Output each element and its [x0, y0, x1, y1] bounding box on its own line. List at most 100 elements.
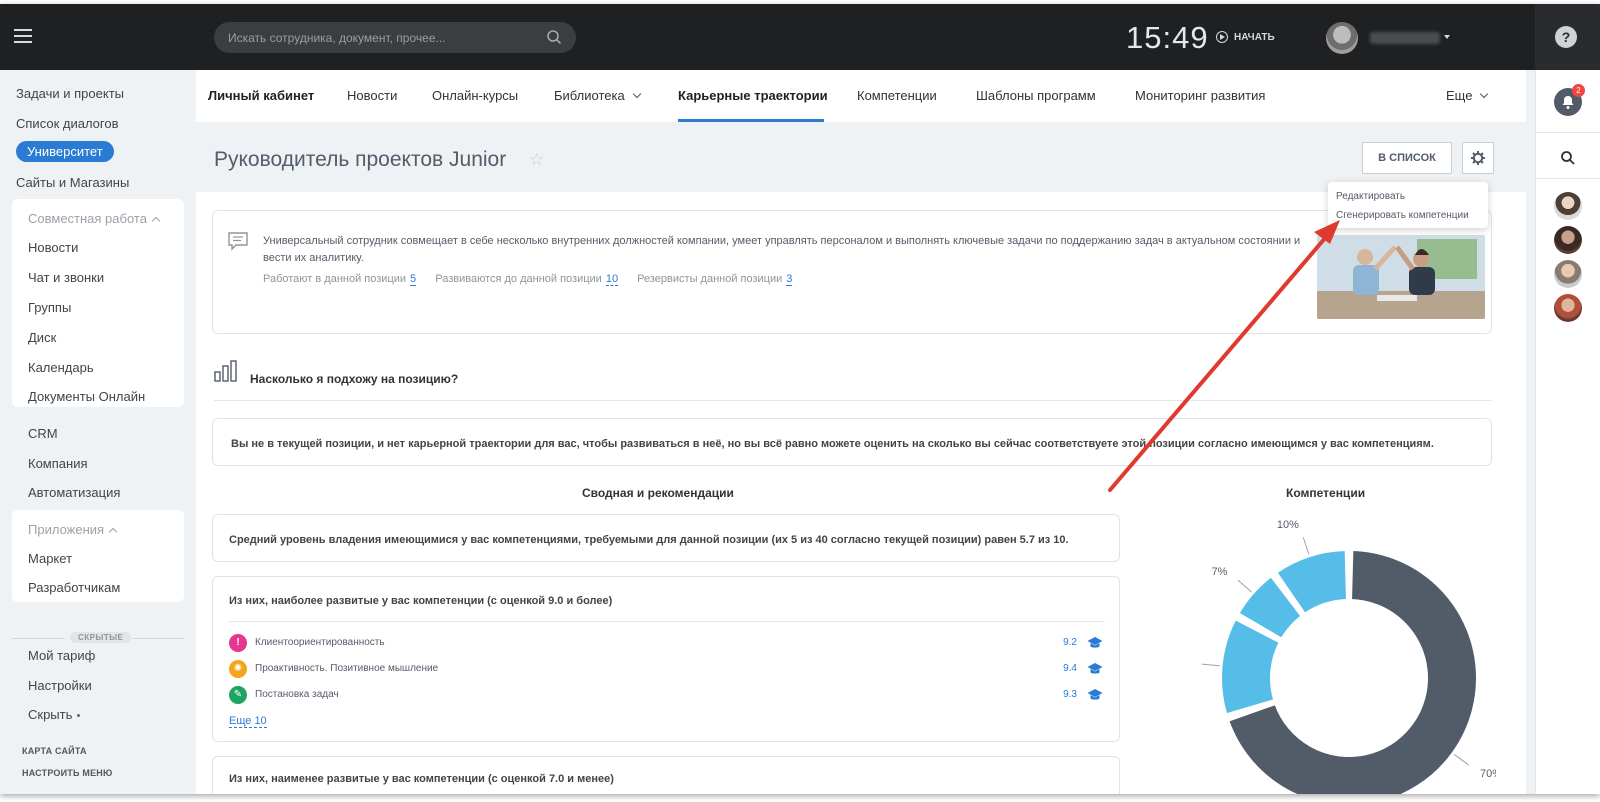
donut-label: 7% [1212, 566, 1228, 578]
tab-library-label: Библиотека [554, 88, 625, 103]
donut-label: 70% [1480, 768, 1496, 780]
tab-courses[interactable]: Онлайн-курсы [432, 88, 518, 103]
main-area: Личный кабинет Новости Онлайн-курсы Библ… [196, 70, 1535, 794]
sidebar-item-docs[interactable]: Документы Онлайн [28, 389, 145, 404]
tabs-bar: Личный кабинет Новости Онлайн-курсы Библ… [196, 70, 1526, 122]
list-item[interactable]: ✎ Постановка задач 9.3 [229, 686, 1105, 704]
tab-monitoring[interactable]: Мониторинг развития [1135, 88, 1265, 103]
tab-library[interactable]: Библиотека [554, 88, 641, 103]
sidebar-item-disk[interactable]: Диск [28, 330, 56, 345]
app-window: Искать сотрудника, документ, прочее... 1… [0, 4, 1600, 794]
settings-button[interactable] [1462, 142, 1494, 174]
stat-working-value[interactable]: 5 [410, 273, 417, 286]
avatar[interactable] [1554, 260, 1582, 288]
best-competencies-card: Из них, наиболее развитые у вас компетен… [212, 576, 1120, 742]
competency-score: 9.2 [1063, 637, 1077, 648]
best-competencies-title: Из них, наиболее развитые у вас компетен… [229, 595, 613, 607]
competency-name: Клиентоориентированность [255, 637, 385, 648]
to-list-button[interactable]: В СПИСОК [1362, 142, 1452, 174]
collab-head-label: Совместная работа [28, 211, 147, 226]
avatar[interactable] [1326, 22, 1358, 54]
stat-reserve-value[interactable]: 3 [786, 273, 793, 286]
chevron-up-icon [151, 216, 161, 226]
graduation-cap-icon [1087, 689, 1103, 700]
donut-slice [1220, 617, 1282, 716]
sidebar-item-sites[interactable]: Сайты и Магазины [16, 175, 129, 190]
list-item[interactable]: ! Клиентоориентированность 9.2 [229, 634, 1105, 652]
sidebar-item-tasks[interactable]: Задачи и проекты [16, 86, 124, 101]
average-level-card: Средний уровень владения имеющимися у ва… [212, 514, 1120, 562]
right-bar: 2 [1535, 70, 1600, 794]
sidebar-item-chat[interactable]: Чат и звонки [28, 270, 104, 285]
competencies-donut-chart: 70%13%7%10% [1201, 519, 1496, 794]
show-more-link[interactable]: Еще 10 [229, 715, 267, 728]
clock: 15:49 [1126, 20, 1209, 55]
menu-item-edit[interactable]: Редактировать [1336, 191, 1405, 202]
search-input[interactable]: Искать сотрудника, документ, прочее... [214, 22, 576, 53]
play-icon [1216, 31, 1228, 43]
search-icon[interactable] [1560, 150, 1576, 166]
donut-label-leader [1453, 754, 1470, 766]
sidebar-item-settings[interactable]: Настройки [28, 678, 92, 693]
sidebar-item-tariff[interactable]: Мой тариф [28, 648, 95, 663]
tab-news[interactable]: Новости [347, 88, 397, 103]
page-title: Руководитель проектов Junior [214, 148, 507, 171]
sidebar-item-automation[interactable]: Автоматизация [28, 485, 120, 500]
stat-reserve-label: Резервисты данной позиции [637, 273, 783, 285]
tab-personal[interactable]: Личный кабинет [208, 88, 314, 103]
chevron-down-icon[interactable] [1444, 35, 1450, 39]
gear-icon [1471, 151, 1485, 165]
gear-icon: ✺ [229, 660, 247, 678]
tab-templates[interactable]: Шаблоны программ [976, 88, 1096, 103]
sidebar-group-apps-head[interactable]: Приложения [28, 522, 118, 537]
sidebar-item-crm[interactable]: CRM [28, 426, 58, 441]
tab-career-paths[interactable]: Карьерные траектории [678, 88, 828, 103]
position-description-card: Универсальный сотрудник совмещает в себе… [212, 210, 1492, 334]
content-panel: Универсальный сотрудник совмещает в себе… [196, 192, 1526, 794]
chevron-down-icon [632, 89, 641, 99]
sidebar-item-calendar[interactable]: Календарь [28, 360, 94, 375]
avatar[interactable] [1554, 192, 1582, 220]
tab-competencies[interactable]: Компетенции [857, 88, 937, 103]
competency-score: 9.4 [1063, 663, 1077, 674]
search-icon[interactable] [546, 29, 562, 45]
competency-score: 9.3 [1063, 689, 1077, 700]
star-icon[interactable]: ☆ [529, 150, 544, 170]
sidebar-item-market[interactable]: Маркет [28, 551, 72, 566]
sidebar-item-developers[interactable]: Разработчикам [28, 580, 120, 595]
competencies-chart-title: Компетенции [1286, 486, 1366, 500]
avatar[interactable] [1554, 294, 1582, 322]
menu-icon[interactable] [14, 29, 32, 43]
sitemap-link[interactable]: КАРТА САЙТА [22, 746, 87, 756]
competency-name: Постановка задач [255, 689, 339, 700]
sidebar-item-company[interactable]: Компания [28, 456, 88, 471]
menu-item-generate-competencies[interactable]: Сгенерировать компетенции [1336, 210, 1469, 221]
donut-label-leader [1237, 579, 1252, 593]
sidebar-item-university[interactable]: Университет [16, 141, 114, 162]
sidebar-item-news[interactable]: Новости [28, 240, 78, 255]
sidebar-group-collab-head[interactable]: Совместная работа [28, 211, 161, 226]
list-item[interactable]: ✺ Проактивность. Позитивное мышление 9.4 [229, 660, 1105, 678]
donut-label: 10% [1277, 519, 1299, 531]
stat-developing-value[interactable]: 10 [605, 273, 619, 286]
sidebar-item-hide[interactable]: Скрыть [28, 707, 81, 722]
comment-icon [228, 232, 248, 251]
fit-section-title: Насколько я подхожу на позицию? [250, 372, 459, 386]
chevron-down-icon [1480, 89, 1489, 99]
hidden-label: СКРЫТЫЕ [70, 632, 132, 643]
configure-menu-link[interactable]: НАСТРОИТЬ МЕНЮ [22, 768, 112, 778]
sidebar-item-dialogs[interactable]: Список диалогов [16, 116, 119, 131]
competency-name: Проактивность. Позитивное мышление [255, 663, 439, 674]
lightbulb-icon: ! [229, 634, 247, 652]
top-bar: Искать сотрудника, документ, прочее... 1… [0, 4, 1600, 70]
weak-competencies-title: Из них, наименее развитые у вас компетен… [229, 773, 614, 785]
tab-more[interactable]: Еще [1446, 88, 1489, 103]
hide-label: Скрыть [28, 707, 73, 722]
settings-dropdown: Редактировать Сгенерировать компетенции [1328, 182, 1488, 228]
avatar[interactable] [1554, 226, 1582, 254]
start-workday-button[interactable]: НАЧАТЬ [1216, 31, 1275, 43]
sidebar-item-groups[interactable]: Группы [28, 300, 71, 315]
fit-info-card: Вы не в текущей позиции, и нет карьерной… [212, 418, 1492, 466]
user-name-blurred[interactable] [1370, 32, 1440, 44]
help-icon[interactable]: ? [1555, 26, 1577, 48]
